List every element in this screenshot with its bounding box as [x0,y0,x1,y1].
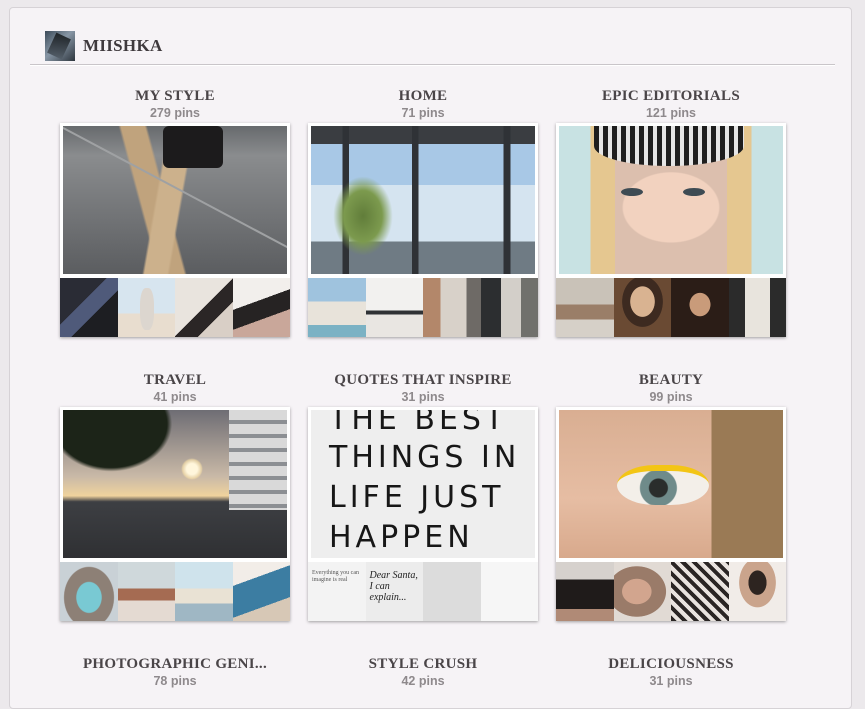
thumbnail-text: Everything you can imagine is real [312,570,359,583]
board-title[interactable]: HOME [308,87,538,105]
board-thumbnails: Everything you can imagine is real Dear … [308,562,538,621]
board-pin-count: 279 pins [149,106,201,120]
board-pin-count: 78 pins [153,674,197,688]
board-cover[interactable] [556,407,786,621]
cover-image[interactable] [63,410,287,558]
thumbnail-image[interactable] [117,278,175,337]
thumbnail-image[interactable] [175,562,233,621]
thumbnail-image[interactable] [480,278,538,337]
board-cover[interactable] [60,407,290,621]
thumbnail-image[interactable] [556,562,614,621]
cover-image[interactable] [63,126,287,274]
quote-text-line: LIFE JUST [329,480,505,515]
board-thumbnails [60,562,290,621]
board-title[interactable]: DELICIOUSNESS [556,655,786,673]
board-style-crush[interactable]: STYLE CRUSH 42 pins [308,655,538,689]
board-cover[interactable] [60,123,290,337]
thumbnail-image[interactable] [671,562,729,621]
board-cover[interactable]: THE BEST THINGS IN LIFE JUST HAPPEN Ever… [308,407,538,621]
thumbnail-image[interactable] [365,278,423,337]
thumbnail-image[interactable] [117,562,175,621]
board-cover[interactable] [308,123,538,337]
quote-text-line: THE BEST [329,410,508,437]
thumbnail-image[interactable] [613,562,671,621]
thumbnail-image[interactable] [728,562,786,621]
board-beauty[interactable]: BEAUTY 99 pins [556,371,786,621]
board-deliciousness[interactable]: DELICIOUSNESS 31 pins [556,655,786,689]
thumbnail-image[interactable] [556,278,614,337]
board-title[interactable]: QUOTES THAT INSPIRE [308,371,538,389]
header-divider [30,64,835,66]
thumbnail-image[interactable] [232,562,290,621]
thumbnail-image[interactable] [232,278,290,337]
boards-panel: MIISHKA MY STYLE 279 pins HOME 71 pins E… [9,7,852,709]
thumbnail-image[interactable] [423,562,481,621]
board-pin-count: 31 pins [401,390,445,404]
cover-image[interactable] [559,126,783,274]
board-thumbnails [556,278,786,337]
thumbnail-image[interactable] [480,562,538,621]
board-cover[interactable] [556,123,786,337]
board-pin-count: 71 pins [401,106,445,120]
board-pin-count: 121 pins [645,106,697,120]
profile-header: MIISHKA [45,30,163,62]
board-pin-count: 99 pins [649,390,693,404]
cover-image[interactable]: THE BEST THINGS IN LIFE JUST HAPPEN [311,410,535,558]
board-title[interactable]: PHOTOGRAPHIC GENI... [60,655,290,673]
board-travel[interactable]: TRAVEL 41 pins [60,371,290,621]
thumbnail-image[interactable]: Everything you can imagine is real [308,562,366,621]
board-title[interactable]: MY STYLE [60,87,290,105]
thumbnail-image[interactable] [423,278,481,337]
board-quotes-that-inspire[interactable]: QUOTES THAT INSPIRE 31 pins THE BEST THI… [308,371,538,621]
board-my-style[interactable]: MY STYLE 279 pins [60,87,290,337]
thumbnail-image[interactable] [60,562,118,621]
board-title[interactable]: STYLE CRUSH [308,655,538,673]
thumbnail-image[interactable] [175,278,233,337]
board-pin-count: 42 pins [401,674,445,688]
thumbnail-text: Dear Santa, I can explain... [369,570,418,603]
cover-image[interactable] [311,126,535,274]
board-epic-editorials[interactable]: EPIC EDITORIALS 121 pins [556,87,786,337]
board-thumbnails [308,278,538,337]
thumbnail-image[interactable]: Dear Santa, I can explain... [365,562,423,621]
board-pin-count: 31 pins [649,674,693,688]
board-thumbnails [60,278,290,337]
thumbnail-image[interactable] [60,278,118,337]
board-pin-count: 41 pins [153,390,197,404]
quote-text-line: THINGS IN [329,440,521,475]
thumbnail-image[interactable] [671,278,729,337]
board-thumbnails [556,562,786,621]
cover-image[interactable] [559,410,783,558]
quote-text-line: HAPPEN [329,520,474,555]
avatar[interactable] [45,31,75,61]
board-title[interactable]: EPIC EDITORIALS [556,87,786,105]
profile-name[interactable]: MIISHKA [83,36,163,56]
thumbnail-image[interactable] [308,278,366,337]
board-photographic-genius[interactable]: PHOTOGRAPHIC GENI... 78 pins [60,655,290,689]
thumbnail-image[interactable] [613,278,671,337]
board-title[interactable]: TRAVEL [60,371,290,389]
board-title[interactable]: BEAUTY [556,371,786,389]
thumbnail-image[interactable] [728,278,786,337]
board-home[interactable]: HOME 71 pins [308,87,538,337]
